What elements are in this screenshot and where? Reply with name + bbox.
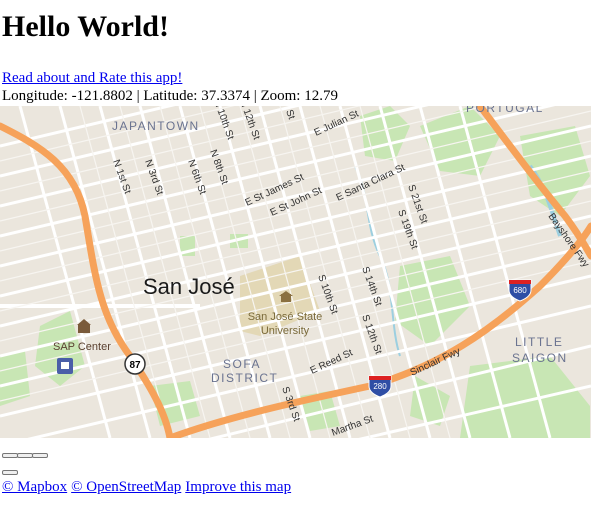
page-heading: Hello World!: [2, 10, 169, 43]
coordinates-readout: Longitude: -121.8802 | Latitude: 37.3374…: [2, 88, 338, 104]
label-sofa-2: DISTRICT: [211, 371, 278, 385]
improve-map-link[interactable]: Improve this map: [185, 479, 291, 495]
label-n12th: N 12th St: [237, 106, 262, 141]
label-university-2: University: [261, 325, 310, 337]
shield-680-label: 680: [513, 286, 527, 295]
compass-button[interactable]: [2, 470, 18, 475]
label-little-saigon-1: LITTLE: [515, 335, 563, 349]
label-japantown: JAPANTOWN: [112, 119, 200, 133]
osm-attribution-link[interactable]: © OpenStreetMap: [71, 479, 181, 495]
reset-bearing-button[interactable]: [32, 453, 48, 458]
label-city: San José: [143, 274, 235, 299]
label-n1st: N 1st St: [110, 158, 133, 195]
label-sofa-1: SOFA: [223, 357, 261, 371]
label-portugal: PORTUGAL: [466, 106, 544, 115]
transit-station-icon: [57, 358, 73, 374]
label-sap-center: SAP Center: [53, 341, 111, 353]
label-university-1: San José State: [248, 311, 323, 323]
map-canvas[interactable]: 87 280 680 JAPANTOWN SOFA DISTRICT LITTL…: [0, 106, 591, 438]
rate-app-link[interactable]: Read about and Rate this app!: [2, 70, 182, 87]
map-attribution: © Mapbox © OpenStreetMap Improve this map: [2, 479, 295, 496]
map-tiles[interactable]: 87 280 680 JAPANTOWN SOFA DISTRICT LITTL…: [0, 106, 591, 438]
zoom-in-button[interactable]: [2, 453, 18, 458]
label-little-saigon-2: SAIGON: [512, 351, 568, 365]
label-n3rd: N 3rd St: [142, 158, 165, 196]
shield-280-label: 280: [373, 382, 387, 391]
mapbox-attribution-link[interactable]: © Mapbox: [2, 479, 67, 495]
label-top-st: St: [283, 108, 297, 121]
shield-87-label: 87: [129, 360, 141, 371]
zoom-out-button[interactable]: [17, 453, 33, 458]
